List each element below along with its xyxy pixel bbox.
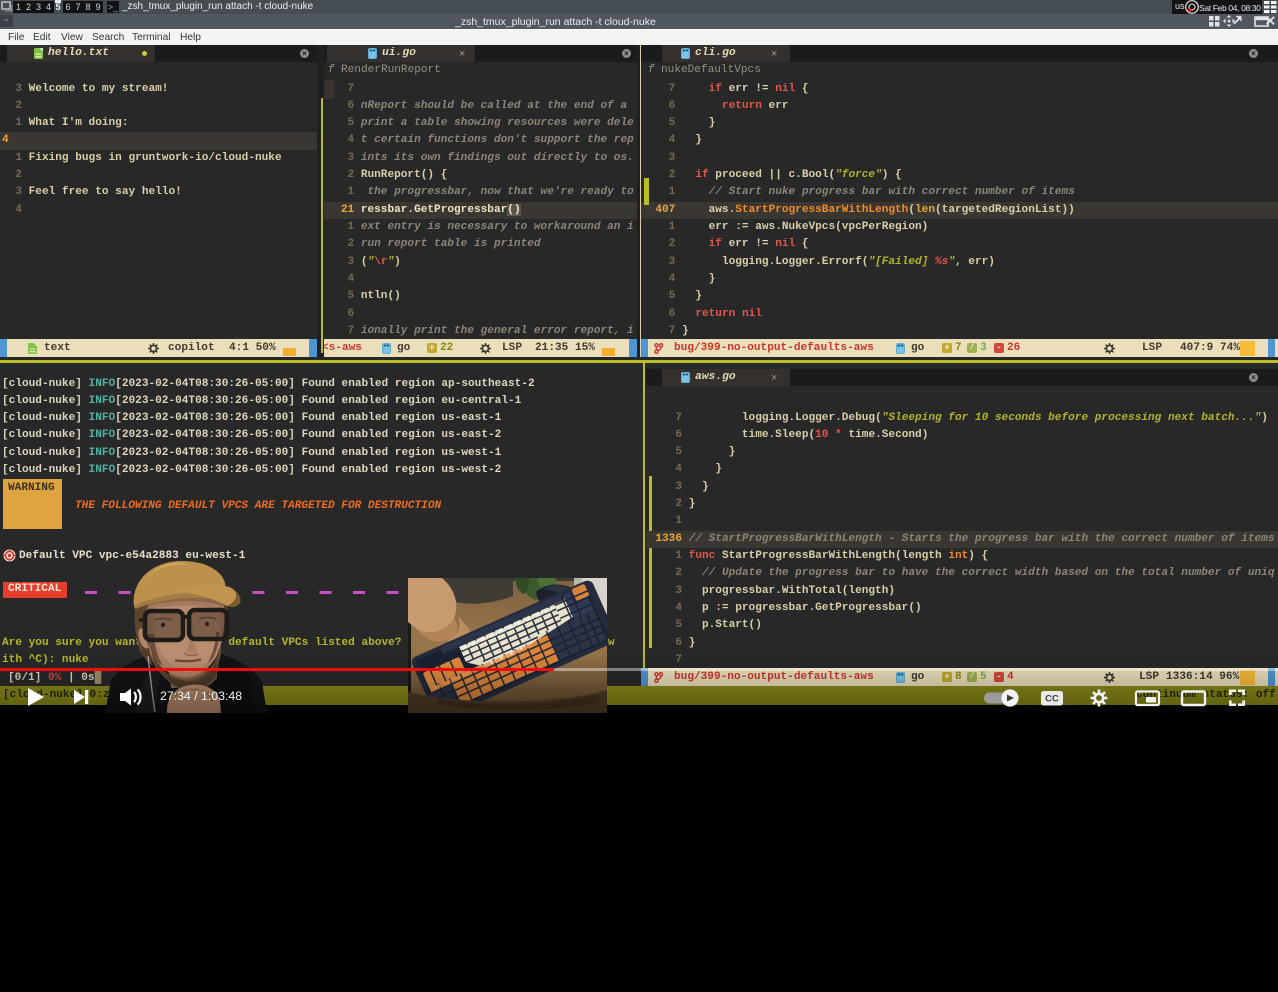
- svg-text:CC: CC: [1045, 694, 1059, 705]
